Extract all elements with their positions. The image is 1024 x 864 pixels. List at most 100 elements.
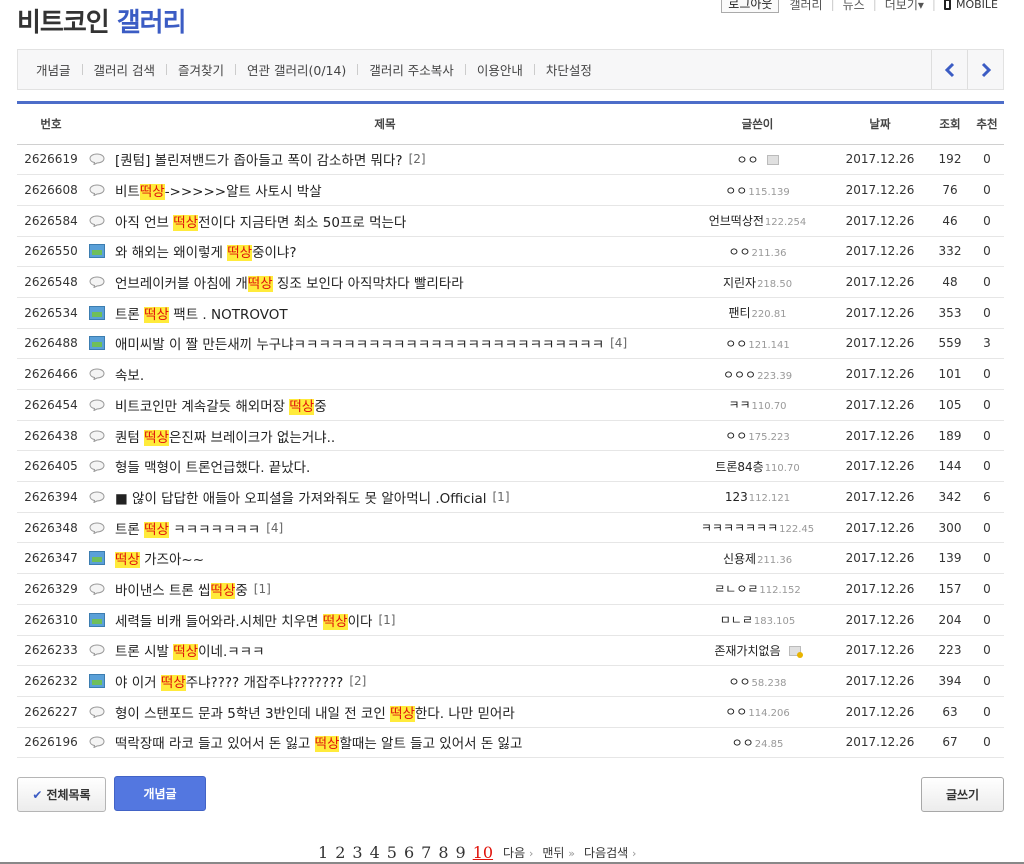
table-row[interactable]: 2626310 세력들 비캐 들어와라.시체만 치우면 떡상이다 [1] ㅁㄴㄹ183… — [17, 604, 1004, 636]
reply-count[interactable]: [1] — [378, 613, 395, 627]
post-subject[interactable]: 트론 떡상 팩트 . NOTROVOT — [85, 303, 685, 323]
page-link[interactable]: 9 — [456, 843, 466, 862]
post-writer[interactable]: ㅇㅇ211.36 — [685, 236, 830, 268]
page-link[interactable]: 2 — [335, 843, 345, 862]
table-row[interactable]: 2626548 언브레이커블 아침에 개떡상 징조 보인다 아직막차다 빨리타라 지… — [17, 266, 1004, 298]
write-button[interactable]: 글쓰기 — [921, 777, 1004, 812]
table-row[interactable]: 2626619 [퀀텀] 볼린져밴드가 좁아들고 폭이 감소하면 뭐다? [2] ㅇㅇ… — [17, 144, 1004, 176]
table-row[interactable]: 2626394 ■ 않이 답답한 애들아 오피셜을 가져와줘도 못 알아먹니 .O… — [17, 481, 1004, 513]
post-writer[interactable]: 트론84층110.70 — [685, 450, 830, 483]
post-writer[interactable]: ㅋㅋ110.70 — [685, 389, 830, 421]
page-link[interactable]: 7 — [421, 843, 431, 862]
page-link[interactable]: 1 — [318, 843, 328, 862]
gallery-title[interactable]: 비트코인 갤러리 — [17, 2, 187, 39]
menu-item-related-gallery[interactable]: 연관 갤러리(0/14) — [247, 60, 346, 79]
post-title-link[interactable]: 바이낸스 트론 씹떡상중 — [115, 579, 248, 599]
nav-news-link[interactable]: 뉴스 — [843, 0, 865, 13]
menu-item-copy-address[interactable]: 갤러리 주소복사 — [369, 60, 453, 79]
post-title-link[interactable]: 와 해외는 왜이렇게 떡상중이냐? — [115, 241, 297, 262]
post-writer[interactable]: ㄹㄴㅇㄹ112.152 — [685, 573, 830, 605]
table-row[interactable]: 2626438 퀀텀 떡상은진짜 브레이크가 없는거냐.. ㅇㅇ175.223 201… — [17, 420, 1004, 452]
concept-posts-button[interactable]: 개념글 — [114, 776, 206, 811]
menu-prev-button[interactable] — [931, 50, 967, 89]
post-subject[interactable]: 트론 떡상 ㅋㅋㅋㅋㅋㅋㅋ [4] — [85, 518, 685, 538]
table-row[interactable]: 2626348 트론 떡상 ㅋㅋㅋㅋㅋㅋㅋ [4] ㅋㅋㅋㅋㅋㅋㅋ122.45 2017… — [17, 512, 1004, 544]
page-link[interactable]: 5 — [387, 843, 397, 862]
post-title-link[interactable]: 형들 맥형이 트론언급했다. 끝났다. — [115, 456, 310, 476]
post-subject[interactable]: [퀀텀] 볼린져밴드가 좁아들고 폭이 감소하면 뭐다? [2] — [85, 149, 685, 169]
post-subject[interactable]: 떡상 가즈아~~ — [85, 548, 685, 569]
post-writer[interactable]: ㅇㅇ58.238 — [685, 665, 830, 697]
post-writer[interactable]: ㅇㅇ24.85 — [685, 727, 830, 759]
post-writer[interactable]: ㅇㅇ115.139 — [685, 174, 830, 206]
reply-count[interactable]: [2] — [349, 674, 366, 688]
menu-item-guide[interactable]: 이용안내 — [477, 60, 523, 79]
nav-gallery-link[interactable]: 갤러리 — [789, 0, 822, 13]
menu-item-concept[interactable]: 개념글 — [36, 60, 71, 79]
post-title-link[interactable]: 트론 떡상 팩트 . NOTROVOT — [115, 303, 288, 323]
table-row[interactable]: 2626227 형이 스탠포드 문과 5학년 3반인데 내일 전 코인 떡상한다.… — [17, 696, 1004, 728]
post-subject[interactable]: 트론 시발 떡상이네.ㅋㅋㅋ — [85, 640, 685, 661]
table-row[interactable]: 2626584 아직 언브 떡상전이다 지금타면 최소 50프로 먹는다 언브떡상전… — [17, 205, 1004, 237]
post-writer[interactable]: 팬티220.81 — [685, 297, 830, 329]
next-search-link[interactable]: 다음검색 › — [584, 844, 636, 861]
menu-item-search[interactable]: 갤러리 검색 — [94, 60, 155, 79]
post-title-link[interactable]: 트론 떡상 ㅋㅋㅋㅋㅋㅋㅋ — [115, 518, 260, 538]
post-writer[interactable]: 언브떡상전122.254 — [685, 205, 830, 237]
page-current[interactable]: 10 — [473, 843, 493, 862]
post-subject[interactable]: 와 해외는 왜이렇게 떡상중이냐? — [85, 241, 685, 262]
reply-count[interactable]: [1] — [254, 582, 271, 596]
page-link[interactable]: 8 — [438, 843, 448, 862]
logout-button[interactable]: 로그아웃 — [721, 0, 780, 13]
mobile-link[interactable]: MOBILE — [943, 0, 998, 11]
post-writer[interactable]: ㅁㄴㄹ183.105 — [685, 604, 830, 636]
table-row[interactable]: 2626329 바이낸스 트론 씹떡상중 [1] ㄹㄴㅇㄹ112.152 2017.12… — [17, 573, 1004, 605]
post-title-link[interactable]: 퀀텀 떡상은진짜 브레이크가 없는거냐.. — [115, 426, 335, 446]
post-subject[interactable]: 야 이거 떡상주냐???? 개잡주냐??????? [2] — [85, 671, 685, 692]
post-subject[interactable]: 형들 맥형이 트론언급했다. 끝났다. — [85, 456, 685, 476]
page-next-link[interactable]: 다음 › — [503, 844, 533, 861]
table-row[interactable]: 2626196 떡락장때 라코 들고 있어서 돈 잃고 떡상할때는 알트 들고 있… — [17, 727, 1004, 759]
post-title-link[interactable]: 야 이거 떡상주냐???? 개잡주냐??????? — [115, 671, 343, 692]
page-last-link[interactable]: 맨뒤 » — [542, 844, 575, 861]
post-subject[interactable]: 비트떡상->>>>>알트 사토시 박살 — [85, 180, 685, 201]
post-title-link[interactable]: 애미씨발 이 짤 만든새끼 누구냐ㅋㅋㅋㅋㅋㅋㅋㅋㅋㅋㅋㅋㅋㅋㅋㅋㅋㅋㅋㅋㅋㅋㅋ… — [115, 333, 604, 353]
post-title-link[interactable]: 떡상 가즈아~~ — [115, 548, 204, 569]
post-writer[interactable]: 신용제211.36 — [685, 542, 830, 575]
post-writer[interactable]: ㅋㅋㅋㅋㅋㅋㅋ122.45 — [685, 512, 830, 544]
nav-more-link[interactable]: 더보기▾ — [885, 0, 924, 13]
post-subject[interactable]: 퀀텀 떡상은진짜 브레이크가 없는거냐.. — [85, 426, 685, 446]
post-title-link[interactable]: 속보. — [115, 364, 144, 384]
post-writer[interactable]: ㅇㅇ — [685, 144, 830, 176]
table-row[interactable]: 2626550 와 해외는 왜이렇게 떡상중이냐? ㅇㅇ211.36 2017.12.… — [17, 236, 1004, 268]
page-link[interactable]: 3 — [352, 843, 362, 862]
table-row[interactable]: 2626347 떡상 가즈아~~ 신용제211.36 2017.12.26 139 0 — [17, 542, 1004, 575]
table-row[interactable]: 2626454 비트코인만 계속갈듯 해외머장 떡상중 ㅋㅋ110.70 2017.1… — [17, 389, 1004, 421]
table-row[interactable]: 2626534 트론 떡상 팩트 . NOTROVOT 팬티220.81 2017.1… — [17, 297, 1004, 329]
post-subject[interactable]: 애미씨발 이 짤 만든새끼 누구냐ㅋㅋㅋㅋㅋㅋㅋㅋㅋㅋㅋㅋㅋㅋㅋㅋㅋㅋㅋㅋㅋㅋㅋ… — [85, 333, 685, 353]
post-title-link[interactable]: 형이 스탠포드 문과 5학년 3반인데 내일 전 코인 떡상한다. 나만 믿어라 — [115, 702, 515, 722]
post-subject[interactable]: 아직 언브 떡상전이다 지금타면 최소 50프로 먹는다 — [85, 211, 685, 231]
reply-count[interactable]: [4] — [610, 336, 627, 350]
menu-next-button[interactable] — [967, 50, 1003, 89]
post-writer[interactable]: 123112.121 — [685, 481, 830, 513]
post-title-link[interactable]: ■ 않이 답답한 애들아 오피셜을 가져와줘도 못 알아먹니 .Official — [115, 487, 487, 507]
post-subject[interactable]: 비트코인만 계속갈듯 해외머장 떡상중 — [85, 395, 685, 415]
reply-count[interactable]: [2] — [409, 152, 426, 166]
post-title-link[interactable]: 언브레이커블 아침에 개떡상 징조 보인다 아직막차다 빨리타라 — [115, 272, 464, 293]
menu-item-favorites[interactable]: 즐겨찾기 — [178, 60, 224, 79]
post-subject[interactable]: 형이 스탠포드 문과 5학년 3반인데 내일 전 코인 떡상한다. 나만 믿어라 — [85, 702, 685, 722]
post-writer[interactable]: ㅇㅇ121.141 — [685, 328, 830, 360]
page-link[interactable]: 4 — [370, 843, 380, 862]
post-subject[interactable]: 언브레이커블 아침에 개떡상 징조 보인다 아직막차다 빨리타라 — [85, 272, 685, 293]
table-row[interactable]: 2626488 애미씨발 이 짤 만든새끼 누구냐ㅋㅋㅋㅋㅋㅋㅋㅋㅋㅋㅋㅋㅋㅋㅋㅋ… — [17, 328, 1004, 360]
post-subject[interactable]: 떡락장때 라코 들고 있어서 돈 잃고 떡상할때는 알트 들고 있어서 돈 잃고 — [85, 732, 685, 753]
post-title-link[interactable]: 아직 언브 떡상전이다 지금타면 최소 50프로 먹는다 — [115, 211, 406, 231]
table-row[interactable]: 2626466 속보. ㅇㅇㅇ223.39 2017.12.26 101 0 — [17, 358, 1004, 390]
post-title-link[interactable]: 떡락장때 라코 들고 있어서 돈 잃고 떡상할때는 알트 들고 있어서 돈 잃고 — [115, 732, 522, 753]
reply-count[interactable]: [1] — [493, 490, 510, 504]
post-writer[interactable]: ㅇㅇ175.223 — [685, 420, 830, 452]
menu-item-block-settings[interactable]: 차단설정 — [546, 60, 592, 79]
post-writer[interactable]: 지린자218.50 — [685, 266, 830, 298]
post-subject[interactable]: 바이낸스 트론 씹떡상중 [1] — [85, 579, 685, 599]
